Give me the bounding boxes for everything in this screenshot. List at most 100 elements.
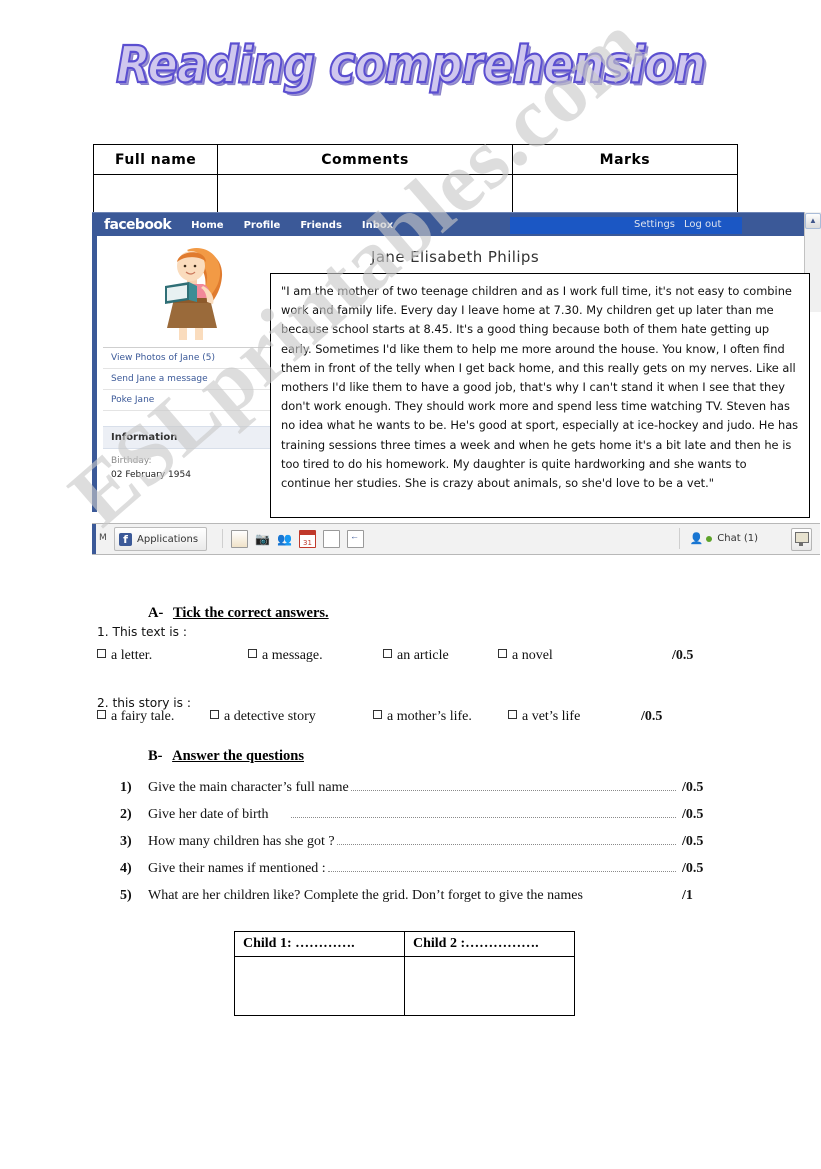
option-q2-mothers-life[interactable]: a mother’s life. xyxy=(373,709,472,725)
option-label: a message. xyxy=(262,648,323,663)
header-child-2: Child 2 :……………. xyxy=(404,931,575,957)
reading-passage-text: "I am the mother of two teenage children… xyxy=(281,284,799,491)
question-score: /0.5 xyxy=(682,834,704,849)
children-grid-answer-row[interactable] xyxy=(234,956,575,1016)
checkbox-icon[interactable] xyxy=(97,710,106,719)
section-b-title: Answer the questions xyxy=(172,748,304,764)
page-title: Reading comprehension xyxy=(115,34,707,96)
calendar-icon[interactable] xyxy=(299,529,316,548)
answer-line xyxy=(585,889,676,899)
question-score: /0.5 xyxy=(682,807,704,822)
monitor-button[interactable] xyxy=(791,528,812,551)
applications-label: Applications xyxy=(137,533,199,545)
checkbox-icon[interactable] xyxy=(498,649,507,658)
cell-full-name[interactable] xyxy=(92,174,219,217)
question-number: 2) xyxy=(120,807,132,822)
header-marks: Marks xyxy=(511,144,739,175)
sidebar-item-poke[interactable]: Poke Jane xyxy=(103,390,279,411)
option-q1-message[interactable]: a message. xyxy=(248,648,323,664)
page-icon[interactable] xyxy=(323,529,340,548)
checkbox-icon[interactable] xyxy=(248,649,257,658)
option-label: a detective story xyxy=(224,709,316,724)
notes-icon[interactable] xyxy=(231,529,248,548)
checkbox-icon[interactable] xyxy=(373,710,382,719)
nav-friends[interactable]: Friends xyxy=(300,220,342,231)
online-status-dot xyxy=(706,535,713,542)
question-number: 4) xyxy=(120,861,132,876)
worksheet-page: ESLprintables.com Reading comprehension … xyxy=(0,0,821,1169)
children-grid-header-row: Child 1: …………. Child 2 :……………. xyxy=(234,931,575,957)
option-label: a vet’s life xyxy=(522,709,581,724)
question-number: 1) xyxy=(120,780,132,795)
option-q1-article[interactable]: an article xyxy=(383,648,449,664)
option-q2-fairy-tale[interactable]: a fairy tale. xyxy=(97,709,174,725)
scroll-up-icon[interactable]: ▲ xyxy=(805,213,821,229)
option-label: a mother’s life. xyxy=(387,709,472,724)
cell-marks[interactable] xyxy=(511,174,739,217)
option-label: a novel xyxy=(512,648,553,663)
friends-icon[interactable]: 👥 xyxy=(277,531,292,547)
answer-line[interactable] xyxy=(350,780,676,791)
answer-line[interactable] xyxy=(336,834,676,845)
person-icon: 👤 xyxy=(689,533,704,545)
sidebar-item-send-message[interactable]: Send Jane a message xyxy=(103,369,279,390)
question-text: How many children has she got ? xyxy=(148,834,335,849)
links-icon[interactable] xyxy=(347,529,364,548)
question-text: Give their names if mentioned : xyxy=(148,861,326,876)
applications-button[interactable]: f Applications xyxy=(114,527,208,551)
option-label: an article xyxy=(397,648,449,663)
option-q2-detective-story[interactable]: a detective story xyxy=(210,709,316,725)
section-b-heading: B- Answer the questions xyxy=(148,748,304,765)
option-q1-letter[interactable]: a letter. xyxy=(97,648,152,664)
cell-comments[interactable] xyxy=(217,174,513,217)
sidebar-item-view-photos[interactable]: View Photos of Jane (5) xyxy=(103,348,279,369)
answer-line[interactable] xyxy=(290,807,676,818)
video-icon[interactable]: 📷 xyxy=(255,531,270,547)
information-header: Information xyxy=(103,426,279,449)
question-score: /0.5 xyxy=(682,861,704,876)
profile-name: Jane Elisabeth Philips xyxy=(371,248,540,266)
option-label: a fairy tale. xyxy=(111,709,175,724)
question-b1: 1) Give the main character’s full name /… xyxy=(120,780,720,796)
birthday-label: Birthday: xyxy=(111,456,152,466)
profile-sidebar: View Photos of Jane (5) Send Jane a mess… xyxy=(97,236,283,512)
question-b3: 3) How many children has she got ? /0.5 xyxy=(120,834,720,850)
logout-link[interactable]: Log out xyxy=(684,219,721,230)
reading-passage-box: "I am the mother of two teenage children… xyxy=(270,273,810,518)
chat-button[interactable]: 👤 Chat (1) xyxy=(678,528,768,549)
question-text: What are her children like? Complete the… xyxy=(148,888,583,903)
question-b4: 4) Give their names if mentioned : /0.5 xyxy=(120,861,720,877)
answer-line[interactable] xyxy=(327,861,676,872)
nav-inbox[interactable]: Inbox xyxy=(362,220,393,231)
settings-link[interactable]: Settings xyxy=(634,219,675,230)
checkbox-icon[interactable] xyxy=(97,649,106,658)
facebook-logo[interactable]: facebook xyxy=(104,217,172,233)
avatar xyxy=(165,248,223,340)
question-1-stem: 1. This text is : xyxy=(97,625,187,639)
table-row[interactable] xyxy=(92,174,739,217)
checkbox-icon[interactable] xyxy=(383,649,392,658)
cell-child-1[interactable] xyxy=(234,956,405,1016)
checkbox-icon[interactable] xyxy=(508,710,517,719)
question-score: /0.5 xyxy=(682,780,704,795)
question-b2: 2) Give her date of birth /0.5 xyxy=(120,807,720,823)
header-child-1: Child 1: …………. xyxy=(234,931,405,957)
facebook-f-icon: f xyxy=(119,532,132,546)
cell-child-2[interactable] xyxy=(404,956,575,1016)
children-grid: Child 1: …………. Child 2 :……………. xyxy=(234,931,575,1016)
checkbox-icon[interactable] xyxy=(210,710,219,719)
nav-profile[interactable]: Profile xyxy=(244,220,281,231)
nav-home[interactable]: Home xyxy=(191,220,223,231)
option-label: a letter. xyxy=(111,648,153,663)
sidebar-links: View Photos of Jane (5) Send Jane a mess… xyxy=(103,347,279,430)
header-comments: Comments xyxy=(217,144,513,175)
section-b-letter: B- xyxy=(148,748,163,764)
marks-table: Full name Comments Marks xyxy=(92,144,739,217)
question-text: Give her date of birth xyxy=(148,807,269,822)
facebook-taskbar: M f Applications 📷 👥 👤 Chat (1) xyxy=(92,523,820,555)
option-q2-vets-life[interactable]: a vet’s life xyxy=(508,709,580,725)
option-q1-novel[interactable]: a novel xyxy=(498,648,553,664)
section-a-heading: A- Tick the correct answers. xyxy=(148,605,329,622)
monitor-stand-icon xyxy=(799,542,803,546)
table-header-row: Full name Comments Marks xyxy=(92,144,739,175)
